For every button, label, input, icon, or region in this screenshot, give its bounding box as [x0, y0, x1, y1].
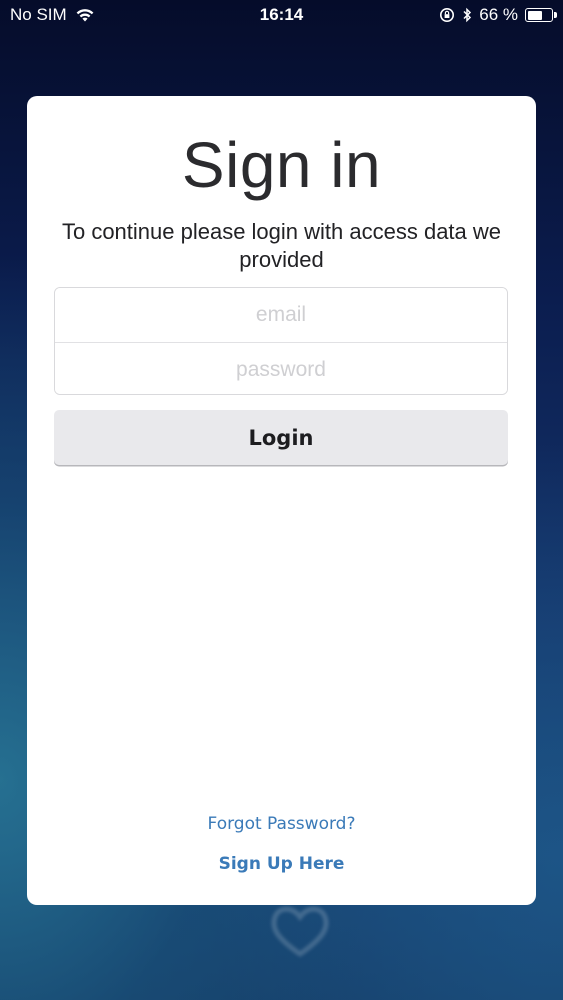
login-button[interactable]: Login: [54, 410, 508, 465]
status-right: 66 %: [439, 5, 557, 25]
background-logo: [160, 900, 440, 960]
battery-fill: [527, 10, 543, 20]
sign-up-link[interactable]: Sign Up Here: [0, 854, 563, 874]
orientation-lock-icon: [440, 8, 455, 22]
password-field[interactable]: [55, 343, 507, 394]
heart-logo-icon: [271, 906, 329, 958]
credentials-group: [54, 287, 508, 395]
battery-icon: [525, 8, 557, 22]
bluetooth-icon: [463, 7, 472, 23]
forgot-password-link[interactable]: Forgot Password?: [0, 814, 563, 834]
page-title: Sign in: [181, 129, 382, 201]
battery-percent: 66 %: [479, 5, 518, 24]
status-bar: No SIM 16:14 66 %: [0, 0, 563, 30]
email-field[interactable]: [55, 288, 507, 342]
signin-subtitle: To continue please login with access dat…: [61, 219, 502, 272]
